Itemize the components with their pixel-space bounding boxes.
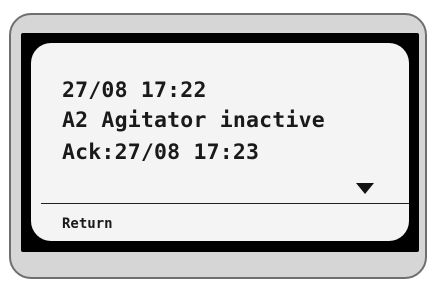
scroll-down-icon[interactable] bbox=[356, 183, 374, 194]
alarm-message: A2 Agitator inactive bbox=[62, 108, 325, 133]
acknowledged-timestamp: Ack:27/08 17:23 bbox=[62, 140, 260, 165]
divider bbox=[41, 203, 409, 204]
return-softkey[interactable]: Return bbox=[62, 217, 113, 231]
lcd-screen: 27/08 17:22 A2 Agitator inactive Ack:27/… bbox=[31, 43, 409, 241]
alarm-timestamp: 27/08 17:22 bbox=[62, 78, 207, 103]
